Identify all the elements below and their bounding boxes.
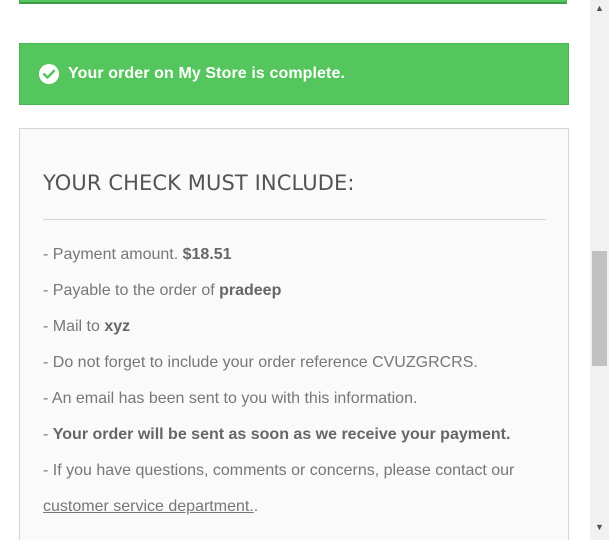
previous-success-banner <box>19 0 567 4</box>
payment-amount-value: $18.51 <box>182 246 232 263</box>
scroll-up-arrow-icon[interactable]: ▲ <box>590 0 609 17</box>
order-complete-message: Your order on My Store is complete. <box>68 65 346 82</box>
shipment-notice-line: - Your order will be sent as soon as we … <box>43 425 510 445</box>
payable-to-line: - Payable to the order of pradeep <box>43 281 281 301</box>
questions-line: - If you have questions, comments or con… <box>43 462 515 479</box>
order-confirmation-page: Your order on My Store is complete. YOUR… <box>0 0 609 540</box>
order-reference-line: - Do not forget to include your order re… <box>43 354 478 371</box>
shipment-notice-text: Your order will be sent as soon as we re… <box>52 426 511 443</box>
check-circle-icon <box>38 63 60 85</box>
scroll-down-arrow-icon[interactable]: ▼ <box>590 519 609 536</box>
payment-amount-label: - Payment amount. <box>43 246 179 263</box>
payable-to-value: pradeep <box>219 282 282 299</box>
email-notice-line: - An email has been sent to you with thi… <box>43 390 418 407</box>
customer-service-suffix: . <box>253 498 259 515</box>
mail-to-label: - Mail to <box>43 318 100 335</box>
payment-amount-line: - Payment amount. $18.51 <box>43 245 232 265</box>
check-instructions-heading: YOUR CHECK MUST INCLUDE: <box>43 171 355 195</box>
scrollbar-thumb[interactable] <box>592 251 607 366</box>
mail-to-value: xyz <box>104 318 131 335</box>
check-payment-instructions: YOUR CHECK MUST INCLUDE: - Payment amoun… <box>19 128 569 540</box>
order-complete-alert: Your order on My Store is complete. <box>19 43 569 105</box>
customer-service-line: customer service department.. <box>43 497 258 517</box>
heading-divider <box>43 219 546 220</box>
mail-to-line: - Mail to xyz <box>43 317 130 337</box>
shipment-notice-dash: - <box>43 426 53 443</box>
vertical-scrollbar[interactable]: ▲ ▼ <box>590 0 609 540</box>
payable-to-label: - Payable to the order of <box>43 282 215 299</box>
customer-service-link[interactable]: customer service department. <box>43 498 254 515</box>
